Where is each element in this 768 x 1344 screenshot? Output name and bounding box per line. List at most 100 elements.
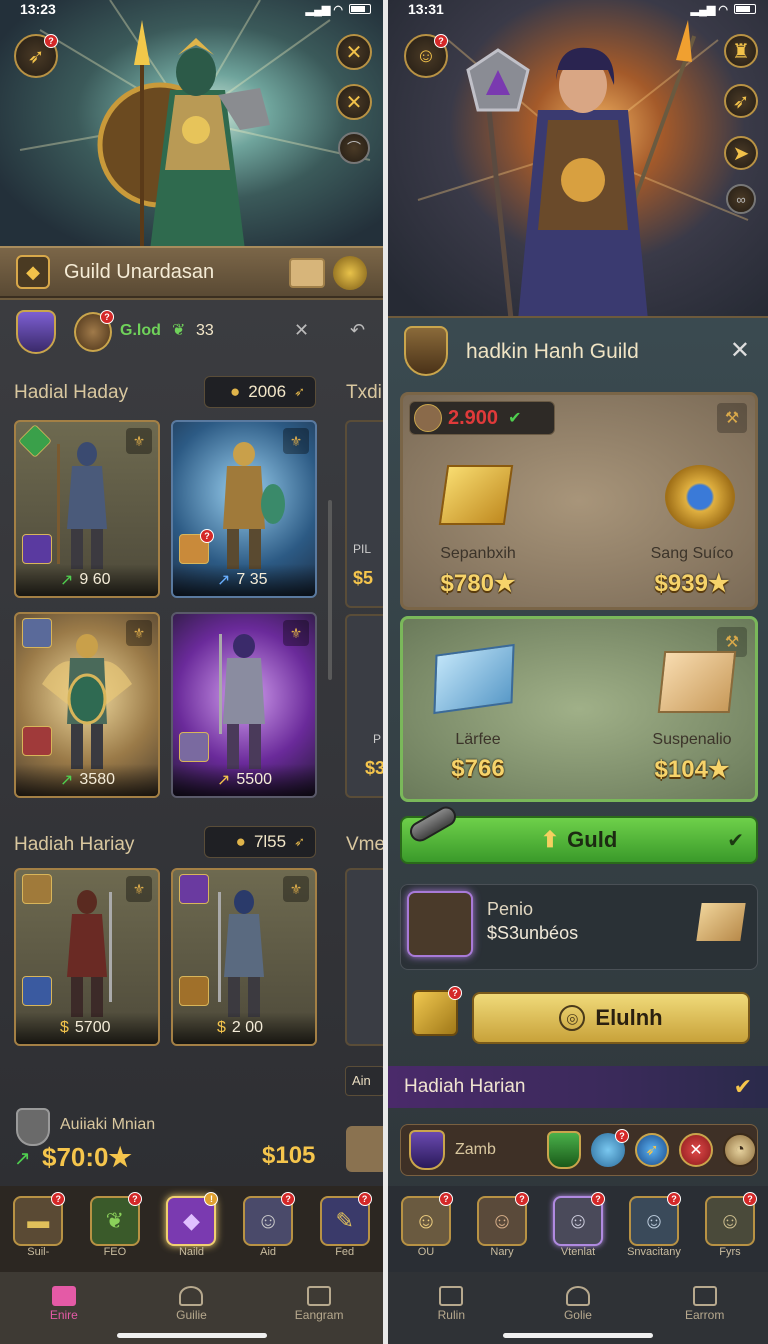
guild-button[interactable]: ⬆ Guld ✔ [400,802,758,864]
reward-card-4[interactable]: ⚜ ↗ 5500 [171,612,317,798]
fleur-icon: ⚜ [126,876,152,902]
peek-card-2[interactable]: P $3 [345,614,383,798]
strip-label: Nary [490,1246,514,1258]
link-button[interactable]: ⌒ [338,132,370,164]
cancel-badge-icon[interactable]: ✕ [679,1133,713,1167]
skill-bar: Zamb ? ➶ ✕ ◔ [400,1124,758,1176]
amber-gem-icon [179,976,209,1006]
feather-button[interactable]: ➶ [724,84,758,118]
peek-label: P [373,732,382,746]
gold-box-icon[interactable]: ? [412,986,462,1036]
arrow-button[interactable]: ➤ [724,136,758,170]
card-footer: ↗ 3580 [16,764,158,796]
bottom-item-strip: ▬? Suil- ❦? FEO ◆! Naild ☺? Aid ✎? Fed [0,1186,383,1272]
shop-item-4[interactable]: Suspenalio $104★ [617,731,767,784]
strip-item-3[interactable]: ☺? Vtenlat [543,1192,613,1258]
arrow-icon: ➶ [294,384,305,399]
reward-card-3[interactable]: ⚜ ↗ 3580 [14,612,160,798]
claim-button[interactable]: ◎ Elulnh [472,992,750,1044]
balance-pill: 2.900 ✔ [409,401,555,435]
strip-item-3[interactable]: ◆! Naild [156,1192,226,1258]
tab-home[interactable]: Rulin [411,1286,491,1322]
peek-card-1[interactable]: PIL $5 [345,420,383,608]
reward-card-2[interactable]: ⚜ ? ↗ 7 35 [171,420,317,598]
strip-item-4[interactable]: ☺? Snvacitany [619,1192,689,1258]
tab-label: Eangram [294,1308,344,1322]
balance-value: 2.900 [448,406,499,429]
leaf-arrow-icon: ↗ [14,1148,31,1170]
helmet-icon[interactable]: ? [74,310,114,352]
tab-room[interactable]: Earrom [665,1286,745,1322]
reward-card-1[interactable]: ⚜ ↗ 9 60 [14,420,160,598]
tab-program[interactable]: Eangram [279,1286,359,1322]
strip-item-5[interactable]: ☺? Fyrs [695,1192,765,1258]
reward-card-5[interactable]: ⚜ $5700 [14,868,160,1046]
lavender-gem-icon [179,732,209,762]
hammer-icon[interactable]: ⚒ [717,403,747,433]
portrait-icon [414,404,442,432]
feather-icon: ➶ [27,45,45,68]
strip-label: OU [417,1246,435,1258]
shop-item-3[interactable]: Lärfee $766 [403,731,553,783]
character-figure [42,634,132,769]
menu-icon [307,1286,332,1306]
red-gem-icon [22,726,52,756]
tab-guild[interactable]: Guilie [151,1286,231,1322]
green-shield-icon[interactable] [547,1131,581,1169]
guild-title-bar[interactable]: ◆ Guild Unardasan [0,246,383,298]
share-icon[interactable]: ↶ [350,320,365,341]
promo-card[interactable]: Penio $S3unbéos [400,884,758,970]
currency-pill-1: ● 2006 ➶ [204,376,316,408]
compass-icon[interactable]: ◔ [723,1133,757,1167]
crystal-shield-icon[interactable] [409,1130,445,1170]
strip-label: Fed [335,1246,355,1258]
strip-item-5[interactable]: ✎? Fed [310,1192,380,1258]
currency-pill-2: ● 7l55 ➶ [204,826,316,858]
hero-banner: ➶ ? ✕ ✕ ⌒ [0,0,383,250]
strip-item-1[interactable]: ☺? OU [391,1192,461,1258]
blue-orbs-icon[interactable]: ? [591,1129,629,1167]
character-figure [218,890,264,1017]
close-icon[interactable]: ✕ [294,320,309,341]
fleur-icon: ⚜ [283,428,309,454]
reward-card-6[interactable]: ⚜ $2 00 [171,868,317,1046]
tab-guild[interactable]: Golie [538,1286,618,1322]
sun-emblem-icon [22,874,52,904]
up-arrow-icon: ⬆ [540,827,560,852]
chest-icon[interactable] [289,258,325,288]
character-figure [57,442,107,569]
peek-pill-label: Ain [352,1073,371,1088]
link-button[interactable]: ∞ [726,184,756,214]
profile-button[interactable]: ➶ ? [14,34,58,78]
strip-item-4[interactable]: ☺? Aid [233,1192,303,1258]
bottom-item-strip: ☺? OU ☺? Nary ☺? Vtenlat ☺? Snvacitany ☺? Fyr… [388,1186,768,1272]
character-figure [219,634,265,769]
crystal-shield-icon[interactable] [16,310,56,354]
helmet-button[interactable]: ♜ [724,34,758,68]
strip-item-2[interactable]: ❦? FEO [80,1192,150,1258]
daily-reward-banner[interactable]: Hadiah Harian ✔ [388,1066,768,1108]
strip-item-1[interactable]: ▬? Suil- [3,1192,73,1258]
shop-card-2: ⚒ Lärfee $766 Suspenalio $104★ [400,616,758,802]
peek-button[interactable] [346,1126,383,1172]
arrow-badge-icon[interactable]: ➶ [635,1133,669,1167]
close-icon[interactable]: ✕ [730,336,750,365]
fleur-icon: ⚜ [126,428,152,454]
item-name: Lärfee [455,731,501,748]
profile-avatar-button[interactable]: ☺? [404,34,448,78]
shop-item-2[interactable]: Sang Suíco $939★ [617,545,767,598]
home-indicator [503,1333,653,1338]
shop-item-1[interactable]: Sepanbxih $780★ [403,545,553,598]
crossed-swords-button[interactable]: ✕ [336,34,372,70]
target-icon: ◎ [559,1005,586,1031]
guild-emblem-icon: ◆ [16,255,50,289]
guild-button-label: Guld [567,827,618,852]
peek-pill[interactable]: Ain [345,1066,383,1096]
peek-card-3[interactable] [345,868,383,1046]
scrollbar[interactable] [328,500,332,680]
section-title-1: Hadial Haday [14,382,129,403]
strip-item-2[interactable]: ☺? Nary [467,1192,537,1258]
tab-home[interactable]: Enire [24,1286,104,1322]
gear-gold-icon[interactable] [333,256,367,290]
battle-button[interactable]: ✕ [336,84,372,120]
